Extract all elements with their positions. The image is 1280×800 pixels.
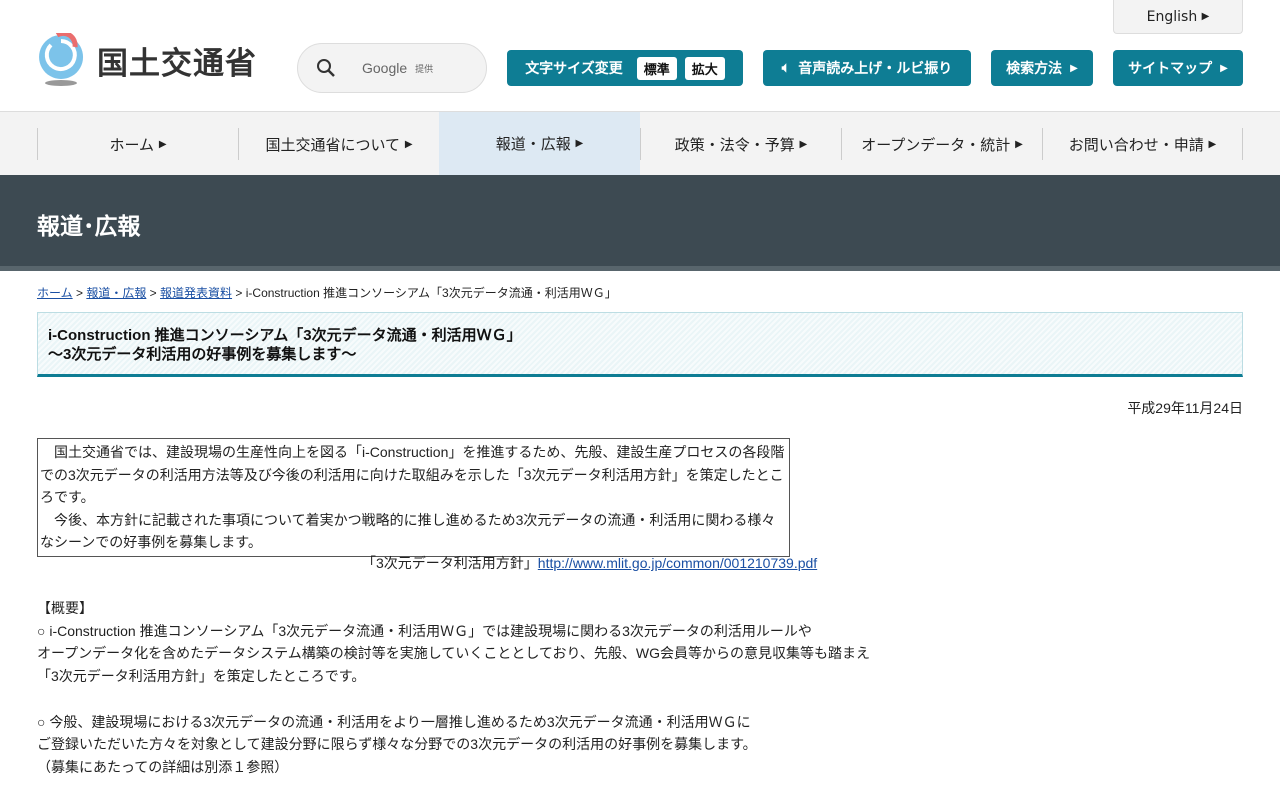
nav-label: ホーム	[109, 135, 155, 154]
read-aloud-button[interactable]: 🔈︎ 音声読み上げ・ルビ振り	[763, 50, 971, 86]
sitemap-label: サイトマップ	[1128, 61, 1213, 77]
google-search-input[interactable]: Google 提供	[297, 43, 487, 93]
global-nav: ホーム ▶ 国土交通省について ▶ 報道・広報 ▶ 政策・法令・予算 ▶ オープ…	[0, 111, 1280, 175]
triangle-right-icon: ▶	[404, 138, 413, 150]
title-line-2: ～3次元データ利活用の好事例を募集します～	[48, 346, 357, 363]
english-label: English	[1146, 8, 1198, 25]
nav-label: お問い合わせ・申請	[1068, 135, 1204, 154]
search-icon	[317, 59, 335, 77]
section-title: 報道･広報	[37, 214, 141, 240]
english-link[interactable]: English ▶	[1113, 0, 1243, 34]
search-method-label: 検索方法	[1006, 61, 1063, 77]
triangle-right-icon: ▶	[1220, 62, 1228, 74]
section-banner: 報道･広報	[0, 175, 1280, 271]
font-size-control: 文字サイズ変更 標準 拡大	[507, 50, 743, 86]
nav-label: オープンデータ・統計	[861, 135, 1011, 154]
site-logo[interactable]: 国土交通省	[37, 33, 257, 87]
nav-home[interactable]: ホーム ▶	[37, 128, 238, 160]
triangle-right-icon: ▶	[158, 138, 167, 150]
font-size-label: 文字サイズ変更	[525, 61, 623, 77]
nav-label: 国土交通省について	[265, 135, 401, 154]
nav-opendata[interactable]: オープンデータ・統計 ▶	[841, 128, 1042, 160]
breadcrumb: ホーム > 報道・広報 > 報道発表資料 > i-Construction 推進…	[37, 286, 617, 300]
breadcrumb-home[interactable]: ホーム	[37, 286, 73, 300]
triangle-right-icon: ▶	[799, 138, 808, 150]
triangle-right-icon: ▶	[1208, 138, 1217, 150]
mlit-logo-icon	[39, 33, 84, 86]
overview-heading: 【概要】	[37, 600, 93, 616]
overview-text: （募集にあたっての詳細は別添１参照）	[37, 758, 289, 775]
overview-text: ご登録いただいた方々を対象として建設分野に限らず様々な分野での3次元データの利活…	[37, 736, 757, 753]
nav-policy[interactable]: 政策・法令・予算 ▶	[640, 128, 841, 160]
read-aloud-label: 音声読み上げ・ルビ振り	[798, 61, 953, 77]
nav-contact[interactable]: お問い合わせ・申請 ▶	[1042, 128, 1243, 160]
font-large-button[interactable]: 拡大	[684, 56, 725, 80]
breadcrumb-press[interactable]: 報道・広報	[86, 286, 146, 300]
intro-paragraph-1: 国土交通省では、建設現場の生産性向上を図る「i-Construction」を推進…	[40, 444, 785, 505]
policy-label: 「3次元データ利活用方針」	[362, 555, 538, 571]
triangle-right-icon: ▶	[575, 138, 584, 149]
triangle-right-icon: ▶	[1070, 62, 1078, 74]
breadcrumb-current: i-Construction 推進コンソーシアム「3次元データ流通・利活用ＷＧ」	[245, 286, 617, 300]
title-line-1: i-Construction 推進コンソーシアム「3次元データ流通・利活用ＷＧ」	[48, 327, 522, 344]
logo-text: 国土交通省	[97, 45, 257, 82]
intro-paragraph-2: 今後、本方針に記載された事項について着実かつ戦略的に推し進めるため3次元データの…	[40, 511, 776, 551]
search-method-button[interactable]: 検索方法 ▶	[991, 50, 1093, 86]
article-title: i-Construction 推進コンソーシアム「3次元データ流通・利活用ＷＧ」…	[37, 312, 1243, 377]
font-standard-button[interactable]: 標準	[636, 56, 677, 80]
overview-text: ○ 今般、建設現場における3次元データの流通・利活用をより一層推し進めるため3次…	[37, 713, 751, 730]
nav-label: 報道・広報	[495, 135, 571, 153]
overview-text: オープンデータ化を含めたデータシステム構築の検討等を実施していくこととしており、…	[37, 645, 871, 662]
breadcrumb-releases[interactable]: 報道発表資料	[160, 286, 232, 300]
policy-link-line: 「3次元データ利活用方針」http://www.mlit.go.jp/commo…	[362, 553, 817, 573]
google-label: Google	[362, 60, 408, 76]
overview-text: 「3次元データ利活用方針」を策定したところです。	[37, 668, 366, 685]
intro-box: 国土交通省では、建設現場の生産性向上を図る「i-Construction」を推進…	[37, 438, 790, 557]
nav-label: 政策・法令・予算	[674, 135, 795, 154]
sitemap-button[interactable]: サイトマップ ▶	[1113, 50, 1243, 86]
triangle-right-icon: ▶	[1015, 138, 1023, 150]
policy-pdf-link[interactable]: http://www.mlit.go.jp/common/001210739.p…	[538, 555, 817, 571]
publish-date: 平成29年11月24日	[1127, 400, 1243, 416]
overview-text: ○ i-Construction 推進コンソーシアム「3次元データ流通・利活用Ｗ…	[37, 622, 812, 639]
nav-about[interactable]: 国土交通省について ▶	[238, 128, 439, 160]
triangle-right-icon: ▶	[1201, 11, 1210, 22]
nav-press[interactable]: 報道・広報 ▶	[439, 112, 640, 175]
speaker-icon: 🔈︎	[781, 60, 791, 76]
provided-label: 提供	[415, 64, 434, 75]
overview: 【概要】 ○ i-Construction 推進コンソーシアム「3次元データ流通…	[37, 597, 870, 779]
